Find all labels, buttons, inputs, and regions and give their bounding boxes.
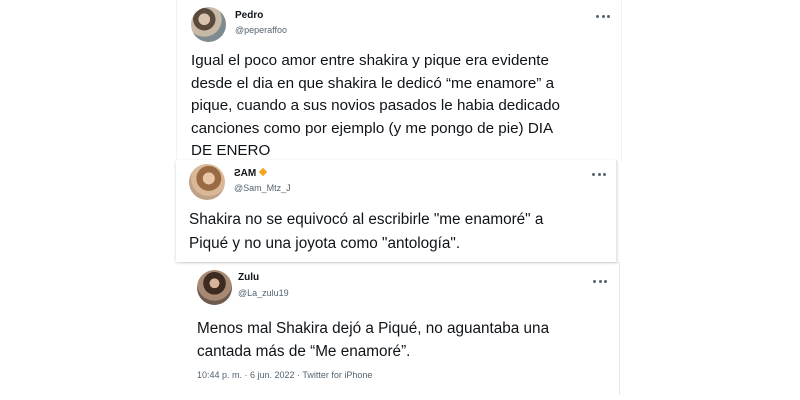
tweet-card-sam[interactable]: ƧAM @Sam_Mtz_J Shakira no se equivocó al… xyxy=(176,160,617,262)
dot xyxy=(598,279,602,283)
dot xyxy=(596,14,599,18)
avatar[interactable] xyxy=(197,270,232,305)
dot xyxy=(593,279,596,283)
verified-badge-icon xyxy=(258,167,268,177)
dot xyxy=(592,172,595,176)
tweet-text: Shakira no se equivocó al escribirle "me… xyxy=(189,211,544,252)
avatar[interactable] xyxy=(191,7,226,42)
avatar[interactable] xyxy=(189,164,225,200)
display-name[interactable]: ƧAM xyxy=(234,168,256,179)
tweet-text: Igual el poco amor entre shakira y pique… xyxy=(191,52,560,160)
dot xyxy=(603,172,606,176)
more-options-icon[interactable] xyxy=(592,171,606,177)
more-options-icon[interactable] xyxy=(596,13,610,19)
display-name[interactable]: Zulu xyxy=(238,272,259,283)
tweet-card-pedro[interactable]: Pedro @peperaffoo Igual el poco amor ent… xyxy=(176,0,622,162)
more-options-icon[interactable] xyxy=(593,278,607,284)
tweet-card-zulu[interactable]: Zulu @La_zulu19 Menos mal Shakira dejó a… xyxy=(183,262,620,395)
display-name-row[interactable]: ƧAM xyxy=(234,167,268,179)
display-name[interactable]: Pedro xyxy=(235,10,263,21)
dot xyxy=(607,14,610,18)
dot xyxy=(604,279,607,283)
user-handle[interactable]: @La_zulu19 xyxy=(238,288,289,298)
tweet-timestamp[interactable]: 10:44 p. m. · 6 jun. 2022 · Twitter for … xyxy=(197,370,372,380)
dot xyxy=(597,172,601,176)
screenshot-canvas: Pedro @peperaffoo Igual el poco amor ent… xyxy=(0,0,800,400)
user-handle[interactable]: @Sam_Mtz_J xyxy=(234,183,291,193)
user-handle[interactable]: @peperaffoo xyxy=(235,25,287,35)
tweet-text: Menos mal Shakira dejó a Piqué, no aguan… xyxy=(197,320,550,360)
dot xyxy=(601,14,605,18)
